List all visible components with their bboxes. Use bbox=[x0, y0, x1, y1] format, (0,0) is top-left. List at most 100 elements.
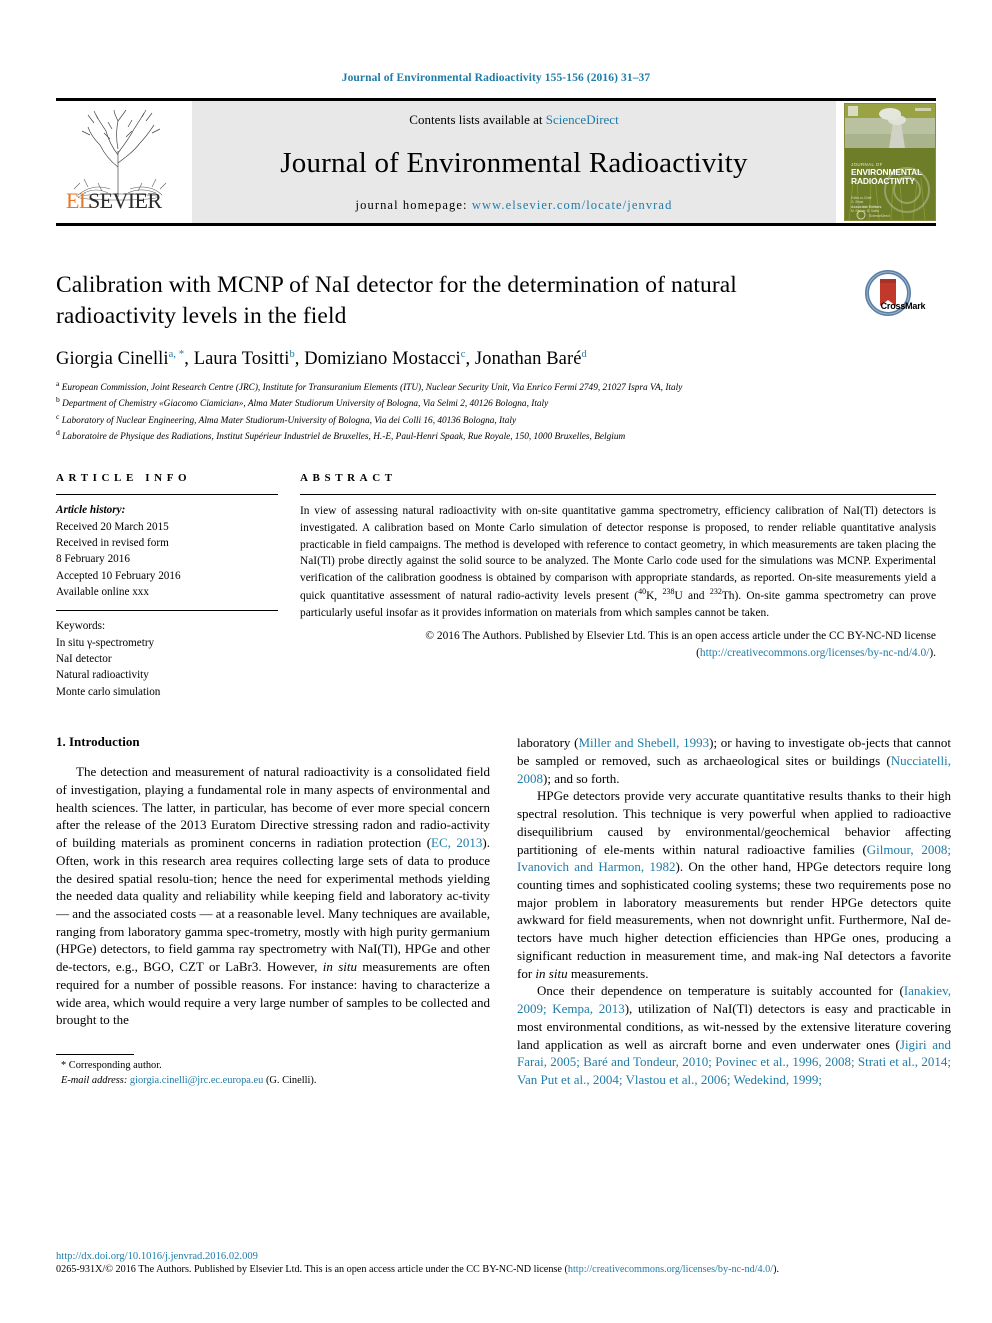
abstract-part-1: In view of assessing natural radioactivi… bbox=[300, 505, 936, 603]
abstract-copyright: © 2016 The Authors. Published by Elsevie… bbox=[300, 628, 936, 661]
journal-cover-thumbnail: JOURNAL OF ENVIRONMENTAL RADIOACTIVITY E… bbox=[844, 103, 936, 221]
elsevier-tree-icon bbox=[73, 109, 167, 201]
title-block: CrossMark Calibration with MCNP of NaI d… bbox=[56, 270, 936, 444]
abstract-panel: ABSTRACT In view of assessing natural ra… bbox=[300, 472, 936, 700]
svg-text:M. Steiner, B. Salbu: M. Steiner, B. Salbu bbox=[851, 209, 879, 213]
abstract-heading: ABSTRACT bbox=[300, 472, 397, 485]
issn-tail: ). bbox=[773, 1264, 780, 1275]
paragraph: Once their dependence on temperature is … bbox=[517, 982, 951, 1088]
article-history-label: Article history: bbox=[56, 504, 126, 517]
author-list: Giorgia Cinellia, *, Laura Tosittib, Dom… bbox=[56, 349, 587, 370]
history-item: Available online xxx bbox=[56, 586, 149, 599]
isotope-label-u: U and bbox=[674, 590, 710, 603]
license-link[interactable]: http://creativecommons.org/licenses/by-n… bbox=[568, 1264, 773, 1275]
info-abstract-row: ARTICLE INFO Article history: Received 2… bbox=[56, 472, 936, 700]
author-marks[interactable]: a, * bbox=[169, 349, 185, 360]
issn-text: 0265-931X/© 2016 The Authors. Published … bbox=[56, 1264, 568, 1275]
abstract-text: In view of assessing natural radioactivi… bbox=[300, 495, 936, 621]
author-marks[interactable]: d bbox=[582, 349, 587, 360]
homepage-prefix: journal homepage: bbox=[355, 198, 472, 212]
author-name: Laura Tositti bbox=[193, 349, 290, 370]
crossmark-badge[interactable]: CrossMark bbox=[840, 270, 936, 316]
affiliation-mark: a bbox=[56, 379, 60, 389]
author-name: Giorgia Cinelli bbox=[56, 349, 169, 370]
paragraph-text: The detection and measurement of natural… bbox=[56, 764, 490, 851]
email-note: E-mail address: giorgia.cinelli@jrc.ec.e… bbox=[56, 1074, 356, 1089]
paragraph: The detection and measurement of natural… bbox=[56, 763, 490, 1029]
copyright-tail: ). bbox=[929, 646, 936, 659]
isotope-mass-232: 232 bbox=[709, 587, 722, 597]
citation-link[interactable]: EC, 2013 bbox=[431, 835, 482, 850]
isotope-mass-40: 40 bbox=[638, 587, 647, 597]
author-name: Jonathan Baré bbox=[474, 349, 582, 370]
isotope-mass-238: 238 bbox=[662, 587, 675, 597]
affiliation-text: Department of Chemistry «Giacomo Ciamici… bbox=[62, 399, 549, 410]
keyword-item: Natural radioactivity bbox=[56, 669, 149, 682]
paragraph: laboratory (Miller and Shebell, 1993); o… bbox=[517, 734, 951, 787]
article-history: Article history: Received 20 March 2015 … bbox=[56, 495, 278, 600]
journal-masthead: EL SEVIER Contents lists available at Sc… bbox=[56, 98, 936, 226]
keywords: Keywords: In situ γ-spectrometry NaI det… bbox=[56, 611, 278, 700]
affiliation-text: Laboratory of Nuclear Engineering, Alma … bbox=[61, 415, 517, 426]
paragraph-text: laboratory ( bbox=[517, 735, 579, 751]
affiliation-item: b Department of Chemistry «Giacomo Ciami… bbox=[56, 395, 936, 411]
keyword-item: In situ γ-spectrometry bbox=[56, 636, 155, 649]
svg-text:G. Shaw: G. Shaw bbox=[851, 200, 864, 204]
contents-prefix: Contents lists available at bbox=[409, 112, 546, 127]
affiliation-mark: b bbox=[56, 395, 60, 405]
sciencedirect-link[interactable]: ScienceDirect bbox=[546, 112, 619, 127]
license-link[interactable]: http://creativecommons.org/licenses/by-n… bbox=[700, 647, 929, 659]
emphasis-in-situ: in situ bbox=[322, 959, 357, 975]
footnote-block: * Corresponding author. E-mail address: … bbox=[56, 1053, 356, 1089]
affiliation-mark: c bbox=[56, 411, 60, 421]
history-item: 8 February 2016 bbox=[56, 553, 130, 566]
article-page: Journal of Environmental Radioactivity 1… bbox=[0, 0, 992, 1323]
article-info-heading: ARTICLE INFO bbox=[56, 472, 192, 485]
affiliation-item: c Laboratory of Nuclear Engineering, Alm… bbox=[56, 412, 936, 428]
citation-link[interactable]: Miller and Shebell, 1993 bbox=[578, 735, 709, 750]
affiliation-list: a European Commission, Joint Research Ce… bbox=[56, 379, 936, 444]
elsevier-logo: EL SEVIER bbox=[56, 101, 184, 223]
author-marks[interactable]: b bbox=[289, 349, 294, 360]
journal-homepage-line: journal homepage: www.elsevier.com/locat… bbox=[356, 198, 673, 213]
email-owner: (G. Cinelli). bbox=[265, 1074, 317, 1086]
keyword-item: NaI detector bbox=[56, 653, 112, 666]
svg-text:RADIOACTIVITY: RADIOACTIVITY bbox=[851, 176, 915, 186]
email-link[interactable]: giorgia.cinelli@jrc.ec.europa.eu bbox=[130, 1075, 263, 1086]
isotope-label-k: K, bbox=[646, 590, 663, 603]
elsevier-wordmark: EL SEVIER bbox=[66, 188, 174, 220]
affiliation-text: Laboratoire de Physique des Radiations, … bbox=[62, 432, 626, 443]
emphasis-in-situ: in situ bbox=[535, 965, 568, 981]
affiliation-item: d Laboratoire de Physique des Radiations… bbox=[56, 428, 936, 444]
affiliation-item: a European Commission, Joint Research Ce… bbox=[56, 379, 936, 395]
section-title-introduction: 1. Introduction bbox=[56, 734, 140, 750]
article-info-panel: ARTICLE INFO Article history: Received 2… bbox=[56, 472, 278, 700]
affiliation-text: European Commission, Joint Research Cent… bbox=[61, 383, 683, 394]
page-footer: http://dx.doi.org/10.1016/j.jenvrad.2016… bbox=[56, 1251, 936, 1275]
history-item: Received 20 March 2015 bbox=[56, 520, 169, 533]
journal-title: Journal of Environmental Radioactivity bbox=[280, 146, 748, 179]
issn-copyright-line: 0265-931X/© 2016 The Authors. Published … bbox=[56, 1264, 936, 1275]
running-head: Journal of Environmental Radioactivity 1… bbox=[341, 72, 651, 84]
journal-cover-image: JOURNAL OF ENVIRONMENTAL RADIOACTIVITY E… bbox=[845, 104, 935, 220]
history-item: Received in revised form bbox=[56, 537, 169, 549]
paragraph-text: ); and so forth. bbox=[543, 770, 620, 786]
body-columns: 1. Introduction The detection and measur… bbox=[56, 734, 951, 1089]
author-name: Domiziano Mostacci bbox=[304, 349, 461, 370]
elsevier-wordmark-svg: EL SEVIER bbox=[66, 188, 163, 213]
email-label: E-mail address: bbox=[61, 1074, 128, 1086]
keywords-label: Keywords: bbox=[56, 620, 106, 633]
paragraph-text: ). Often, work in this research area req… bbox=[56, 835, 490, 975]
homepage-url-link[interactable]: www.elsevier.com/locate/jenvrad bbox=[472, 198, 673, 212]
history-item: Accepted 10 February 2016 bbox=[56, 569, 181, 582]
left-column: 1. Introduction The detection and measur… bbox=[56, 734, 490, 1089]
contents-available-line: Contents lists available at ScienceDirec… bbox=[409, 112, 618, 128]
paragraph: HPGe detectors provide very accurate qua… bbox=[517, 787, 951, 982]
doi-link[interactable]: http://dx.doi.org/10.1016/j.jenvrad.2016… bbox=[56, 1251, 936, 1262]
footnote-divider bbox=[56, 1053, 134, 1055]
svg-text:ScienceDirect: ScienceDirect bbox=[869, 214, 890, 218]
keyword-item: Monte carlo simulation bbox=[56, 685, 161, 698]
author-marks[interactable]: c bbox=[461, 349, 466, 360]
affiliation-mark: d bbox=[56, 428, 60, 438]
